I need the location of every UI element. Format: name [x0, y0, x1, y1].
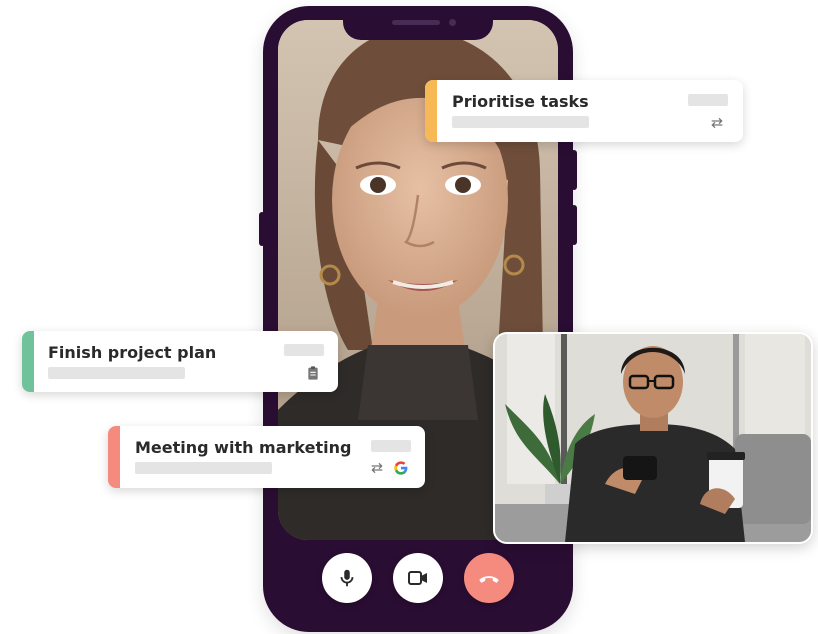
task-accent-bar: [425, 80, 437, 142]
task-title: Finish project plan: [48, 343, 217, 362]
microphone-icon: [340, 569, 354, 587]
task-subtitle-placeholder: [135, 462, 272, 474]
video-camera-icon: [408, 571, 427, 585]
google-icon: [392, 459, 410, 477]
phone-front-camera: [449, 19, 456, 26]
task-time-placeholder: [688, 94, 728, 106]
repeat-icon: [368, 459, 386, 477]
task-card[interactable]: Prioritise tasks: [425, 80, 743, 142]
participant-man-illustration: [495, 334, 811, 542]
task-time-placeholder: [371, 440, 411, 452]
video-camera-button[interactable]: [393, 553, 443, 603]
phone-speaker: [392, 20, 440, 25]
microphone-button[interactable]: [322, 553, 372, 603]
task-accent-bar: [22, 331, 34, 392]
repeat-icon: [708, 114, 726, 132]
end-call-button[interactable]: [464, 553, 514, 603]
call-controls-bar: [322, 553, 514, 603]
secondary-video-feed: [493, 332, 813, 544]
task-card[interactable]: Finish project plan: [22, 331, 338, 392]
task-subtitle-placeholder: [48, 367, 185, 379]
clipboard-icon: [304, 364, 322, 382]
task-accent-bar: [108, 426, 120, 488]
end-call-icon: [479, 576, 499, 583]
phone-side-button: [571, 150, 577, 190]
task-subtitle-placeholder: [452, 116, 589, 128]
task-time-placeholder: [284, 344, 324, 356]
task-title: Prioritise tasks: [452, 92, 589, 111]
phone-side-button: [571, 205, 577, 245]
phone-side-button: [259, 212, 265, 246]
task-title: Meeting with marketing: [135, 438, 352, 457]
task-card[interactable]: Meeting with marketing: [108, 426, 425, 488]
